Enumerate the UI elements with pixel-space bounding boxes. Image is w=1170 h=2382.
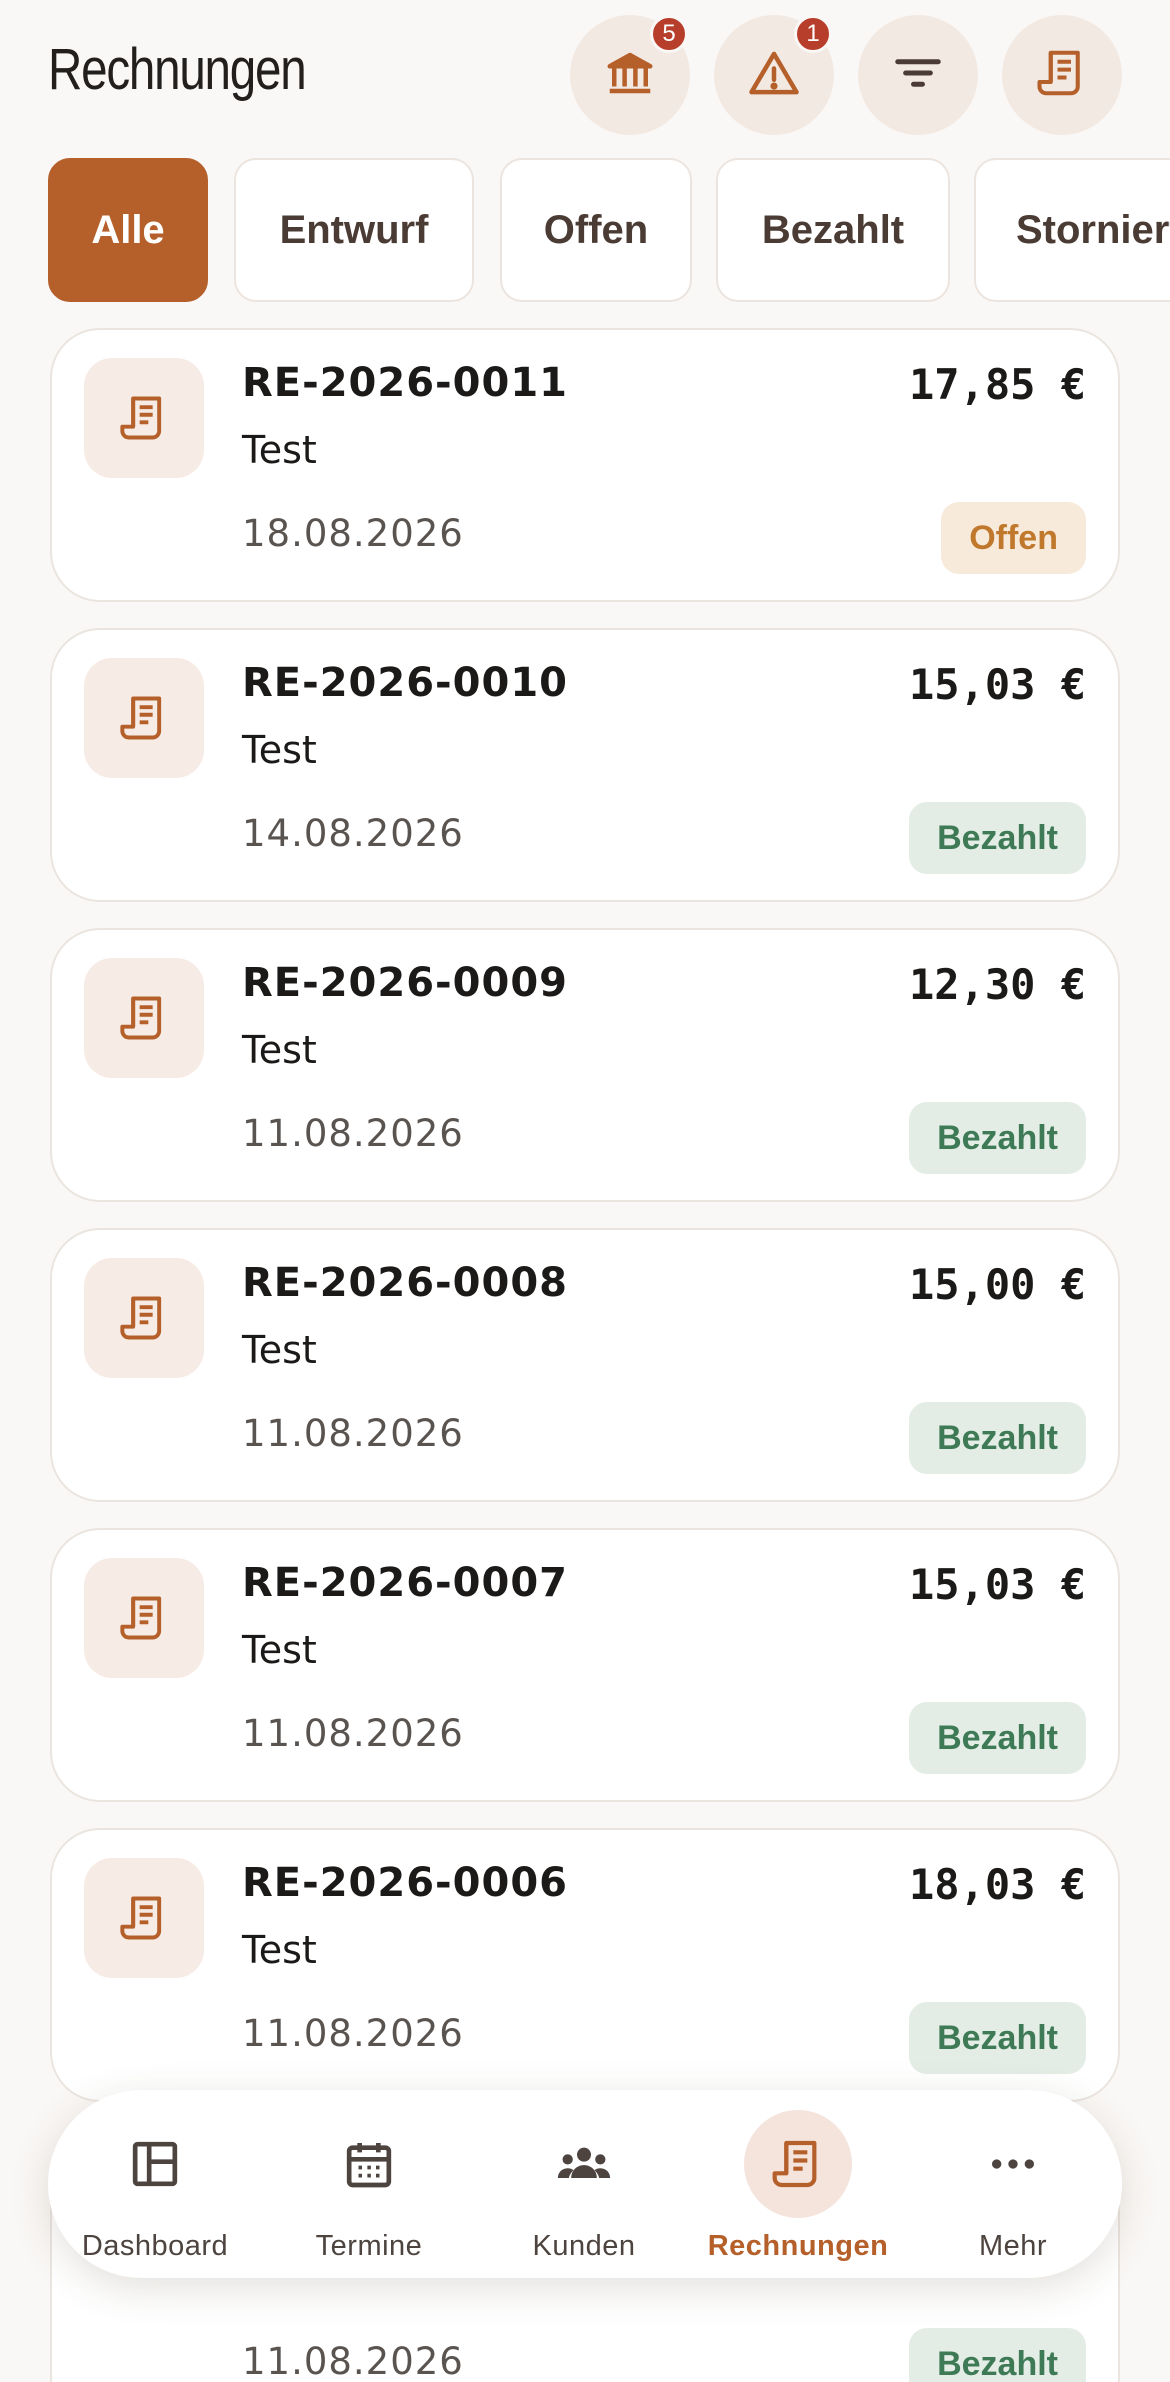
status-badge: Bezahlt bbox=[909, 2328, 1086, 2382]
bank-badge: 5 bbox=[650, 15, 688, 53]
nav-item-mehr[interactable]: Mehr bbox=[913, 2090, 1113, 2278]
status-badge: Offen bbox=[941, 502, 1086, 574]
nav-label: Rechnungen bbox=[707, 2230, 889, 2262]
invoice-description: Test bbox=[242, 1928, 317, 1972]
warning-button[interactable]: 1 bbox=[714, 15, 834, 135]
bottom-navigation: Dashboard Termine Kunden Rechnungen Mehr bbox=[48, 2090, 1122, 2278]
invoice-date: 18.08.2026 bbox=[242, 512, 464, 555]
invoice-amount: 15,00 € bbox=[908, 1260, 1086, 1309]
receipt-icon bbox=[84, 658, 204, 778]
filter-chip-storniert[interactable]: Storniert bbox=[974, 158, 1170, 302]
new-invoice-button[interactable] bbox=[1002, 15, 1122, 135]
receipt-icon bbox=[744, 2110, 852, 2218]
invoice-number: RE-2026-0006 bbox=[242, 1860, 568, 1906]
nav-item-termine[interactable]: Termine bbox=[269, 2090, 469, 2278]
receipt-icon bbox=[84, 1558, 204, 1678]
status-badge: Bezahlt bbox=[909, 1702, 1086, 1774]
status-badge: Bezahlt bbox=[909, 2002, 1086, 2074]
status-badge: Bezahlt bbox=[909, 802, 1086, 874]
filter-chip-entwurf[interactable]: Entwurf bbox=[234, 158, 474, 302]
invoice-amount: 17,85 € bbox=[908, 360, 1086, 409]
invoice-date: 11.08.2026 bbox=[242, 1412, 464, 1455]
nav-label: Dashboard bbox=[81, 2230, 229, 2262]
invoice-date: 11.08.2026 bbox=[242, 1112, 464, 1155]
bank-icon bbox=[603, 46, 657, 104]
nav-item-rechnungen[interactable]: Rechnungen bbox=[698, 2090, 898, 2278]
filter-icon bbox=[891, 46, 945, 104]
invoice-number: RE-2026-0010 bbox=[242, 660, 568, 706]
invoice-number: RE-2026-0007 bbox=[242, 1560, 568, 1606]
invoice-card[interactable]: RE-2026-0008 Test 11.08.2026 15,00 € Bez… bbox=[50, 1228, 1120, 1502]
invoice-card[interactable]: RE-2026-0010 Test 14.08.2026 15,03 € Bez… bbox=[50, 628, 1120, 902]
filter-chip-bezahlt[interactable]: Bezahlt bbox=[716, 158, 950, 302]
receipt-icon bbox=[84, 358, 204, 478]
invoice-description: Test bbox=[242, 1328, 317, 1372]
receipt-icon bbox=[1035, 46, 1089, 104]
invoice-card[interactable]: RE-2026-0006 Test 11.08.2026 18,03 € Bez… bbox=[50, 1828, 1120, 2102]
filter-button[interactable] bbox=[858, 15, 978, 135]
invoice-card[interactable]: RE-2026-0009 Test 11.08.2026 12,30 € Bez… bbox=[50, 928, 1120, 1202]
page-title: Rechnungen bbox=[48, 37, 307, 102]
invoice-date: 11.08.2026 bbox=[242, 1712, 464, 1755]
calendar-icon bbox=[315, 2110, 423, 2218]
invoice-amount: 15,03 € bbox=[908, 1560, 1086, 1609]
invoice-amount: 12,30 € bbox=[908, 960, 1086, 1009]
invoice-number: RE-2026-0011 bbox=[242, 360, 568, 406]
invoice-description: Test bbox=[242, 1628, 317, 1672]
header: Rechnungen 5 1 bbox=[0, 0, 1170, 150]
invoice-date: 11.08.2026 bbox=[242, 2340, 464, 2382]
invoice-date: 11.08.2026 bbox=[242, 2012, 464, 2055]
invoice-description: Test bbox=[242, 728, 317, 772]
dashboard-icon bbox=[101, 2110, 209, 2218]
invoice-amount: 15,03 € bbox=[908, 660, 1086, 709]
nav-item-dashboard[interactable]: Dashboard bbox=[55, 2090, 255, 2278]
invoice-card[interactable]: RE-2026-0011 Test 18.08.2026 17,85 € Off… bbox=[50, 328, 1120, 602]
invoice-amount: 18,03 € bbox=[908, 1860, 1086, 1909]
nav-item-kunden[interactable]: Kunden bbox=[484, 2090, 684, 2278]
filter-chip-offen[interactable]: Offen bbox=[500, 158, 692, 302]
status-badge: Bezahlt bbox=[909, 1102, 1086, 1174]
receipt-icon bbox=[84, 1258, 204, 1378]
invoice-number: RE-2026-0008 bbox=[242, 1260, 568, 1306]
invoice-date: 14.08.2026 bbox=[242, 812, 464, 855]
invoice-description: Test bbox=[242, 1028, 317, 1072]
nav-label: Termine bbox=[315, 2230, 423, 2262]
customers-icon bbox=[530, 2110, 638, 2218]
warning-icon bbox=[747, 46, 801, 104]
filter-chip-alle[interactable]: Alle bbox=[48, 158, 208, 302]
receipt-icon bbox=[84, 1858, 204, 1978]
status-badge: Bezahlt bbox=[909, 1402, 1086, 1474]
filter-chips: Alle Entwurf Offen Bezahlt Storniert bbox=[0, 158, 1170, 304]
warning-badge: 1 bbox=[794, 15, 832, 53]
nav-label: Kunden bbox=[532, 2230, 636, 2262]
bank-button[interactable]: 5 bbox=[570, 15, 690, 135]
invoice-description: Test bbox=[242, 428, 317, 472]
more-icon bbox=[959, 2110, 1067, 2218]
receipt-icon bbox=[84, 958, 204, 1078]
invoice-number: RE-2026-0009 bbox=[242, 960, 568, 1006]
nav-label: Mehr bbox=[978, 2230, 1048, 2262]
invoice-card[interactable]: RE-2026-0007 Test 11.08.2026 15,03 € Bez… bbox=[50, 1528, 1120, 1802]
